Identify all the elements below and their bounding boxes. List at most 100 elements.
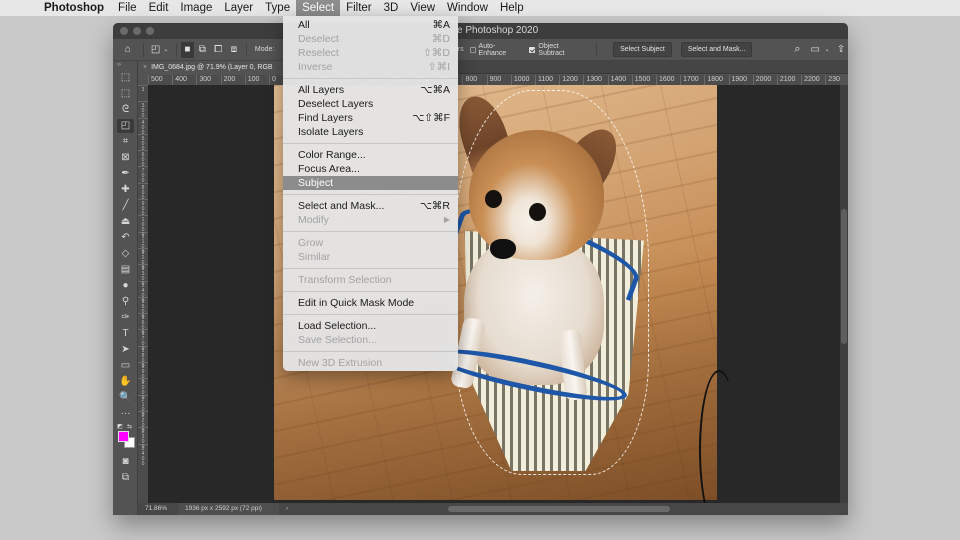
chevron-down-icon: ⌄ [163, 47, 169, 53]
vertical-scroll-thumb[interactable] [841, 209, 847, 344]
hand-tool-icon[interactable]: ✋ [117, 375, 134, 389]
select-menu-dropdown: All ⌘A Deselect ⌘D Reselect ⇧⌘D Inverse ⇧⌘I All … [283, 16, 458, 371]
ruler-tick-label: 1100 [138, 231, 148, 254]
canvas[interactable] [148, 85, 840, 503]
status-menu-arrow[interactable]: › [286, 503, 288, 515]
menu-edit[interactable]: Edit [143, 0, 175, 16]
dodge-tool-icon[interactable]: ⚲ [117, 295, 134, 309]
menu-image[interactable]: Image [174, 0, 218, 16]
collapse-toolbar-icon[interactable]: ›› [113, 61, 137, 69]
menu-window[interactable]: Window [441, 0, 494, 16]
new-selection-icon[interactable]: ■ [180, 41, 195, 58]
select-and-mask-button[interactable]: Select and Mask... [680, 42, 753, 57]
menu-type[interactable]: Type [259, 0, 296, 16]
menu-item-all[interactable]: All ⌘A [283, 18, 458, 32]
menu-item-label: All Layers [298, 84, 345, 96]
history-brush-tool-icon[interactable]: ↶ [117, 231, 134, 245]
menu-filter[interactable]: Filter [340, 0, 378, 16]
foreground-color-swatch[interactable] [118, 431, 129, 442]
gradient-tool-icon[interactable]: ▤ [117, 263, 134, 277]
subtract-from-selection-icon[interactable]: ⧠ [210, 42, 226, 58]
menu-item-load-selection[interactable]: Load Selection... [283, 319, 458, 333]
menu-item-shortcut: ⌥⇧⌘F [412, 112, 450, 124]
menu-help[interactable]: Help [494, 0, 530, 16]
pen-tool-icon[interactable]: ✑ [117, 311, 134, 325]
healing-brush-tool-icon[interactable]: ✚ [117, 183, 134, 197]
auto-enhance-checkbox[interactable]: Auto-Enhance [469, 42, 523, 57]
menu-app-name[interactable]: Photoshop [38, 0, 110, 16]
clone-stamp-tool-icon[interactable]: ⏏ [117, 215, 134, 229]
menu-item-deselect-layers[interactable]: Deselect Layers [283, 97, 458, 111]
horizontal-scroll-thumb[interactable] [448, 506, 670, 512]
menu-item-edit-in-quick-mask-mode[interactable]: Edit in Quick Mask Mode [283, 296, 458, 310]
menu-item-color-range[interactable]: Color Range... [283, 148, 458, 162]
menu-item-grow: Grow [283, 236, 458, 250]
menu-separator [283, 351, 458, 352]
workspace-icon[interactable]: ▭ [808, 42, 822, 58]
ruler-tick-label: 200 [220, 75, 245, 85]
menu-item-shortcut: ⌥⌘A [420, 84, 450, 96]
ruler-tick-label: 1700 [680, 75, 704, 85]
rectangle-tool-icon[interactable]: ▭ [117, 359, 134, 373]
frame-tool-icon[interactable]: ⊠ [117, 151, 134, 165]
dog-eye [529, 203, 546, 221]
menu-separator [283, 268, 458, 269]
vertical-scrollbar[interactable] [840, 85, 848, 503]
close-tab-icon[interactable]: × [143, 64, 147, 71]
menu-item-find-layers[interactable]: Find Layers ⌥⇧⌘F [283, 111, 458, 125]
menu-item-select-and-mask[interactable]: Select and Mask... ⌥⌘R [283, 199, 458, 213]
lasso-tool-icon[interactable]: ᘓ [117, 103, 134, 117]
tool-preset-picker[interactable]: ◰ ⌄ [148, 42, 172, 58]
menu-layer[interactable]: Layer [218, 0, 259, 16]
eraser-tool-icon[interactable]: ◇ [117, 247, 134, 261]
menu-item-label: Edit in Quick Mask Mode [298, 297, 415, 309]
default-colors-icon[interactable]: ◩ [117, 423, 123, 430]
menu-item-all-layers[interactable]: All Layers ⌥⌘A [283, 83, 458, 97]
document-tab[interactable]: × IMG_0684.jpg @ 71.9% (Layer 0, RGB [138, 61, 288, 74]
add-to-selection-icon[interactable]: ⧉ [194, 42, 210, 58]
brush-tool-icon[interactable]: ╱ [117, 199, 134, 213]
chevron-down-icon[interactable]: ⌄ [822, 42, 832, 58]
minimize-window-button[interactable] [133, 27, 141, 35]
menu-item-new-3d-extrusion: New 3D Extrusion [283, 356, 458, 370]
ruler-tick-label: 900 [486, 75, 511, 85]
menu-view[interactable]: View [404, 0, 441, 16]
ruler-tick-label: 1800 [704, 75, 728, 85]
ruler-tick-label: 800 [138, 182, 148, 200]
intersect-selection-icon[interactable]: ⧈ [226, 42, 242, 58]
zoom-level[interactable]: 71.86% [145, 503, 167, 515]
menu-separator [283, 143, 458, 144]
menu-item-focus-area[interactable]: Focus Area... [283, 162, 458, 176]
menu-select[interactable]: Select [296, 0, 341, 16]
path-selection-tool-icon[interactable]: ➤ [117, 343, 134, 357]
mode-label: Mode: [254, 46, 275, 53]
marquee-tool-icon[interactable]: ⬚ [117, 87, 134, 101]
screen-mode-icon[interactable]: ⧉ [117, 471, 134, 485]
menu-item-label: Deselect Layers [298, 98, 374, 110]
ruler-tick-label: 1400 [138, 280, 148, 303]
select-subject-button[interactable]: Select Subject [613, 42, 672, 57]
home-icon[interactable]: ⌂ [117, 42, 139, 58]
menu-file[interactable]: File [112, 0, 143, 16]
object-selection-tool-icon[interactable]: ◰ [117, 119, 134, 133]
swap-colors-icon[interactable]: ⇆ [127, 423, 132, 430]
zoom-window-button[interactable] [146, 27, 154, 35]
more-tools-icon[interactable]: ··· [117, 407, 134, 421]
close-window-button[interactable] [120, 27, 128, 35]
quick-mask-icon[interactable]: ◙ [117, 455, 134, 469]
artboard-tool-icon[interactable]: ⬚ [117, 71, 134, 85]
search-icon[interactable]: ⌕ [790, 42, 804, 58]
auto-enhance-label: Auto-Enhance [478, 42, 507, 57]
menu-item-subject[interactable]: Subject [283, 176, 458, 190]
object-subtract-checkbox[interactable]: Object Subtract [529, 43, 586, 57]
zoom-tool-icon[interactable]: 🔍 [117, 391, 134, 405]
share-icon[interactable]: ⇪ [834, 42, 848, 58]
eyedropper-tool-icon[interactable]: ✒ [117, 167, 134, 181]
menu-item-isolate-layers[interactable]: Isolate Layers [283, 125, 458, 139]
blur-tool-icon[interactable]: ● [117, 279, 134, 293]
ruler-tick-label: 1600 [655, 75, 680, 85]
type-tool-icon[interactable]: T [117, 327, 134, 341]
menu-item-label: Deselect [298, 33, 339, 45]
menu-3d[interactable]: 3D [378, 0, 405, 16]
crop-tool-icon[interactable]: ⌗ [117, 135, 134, 149]
